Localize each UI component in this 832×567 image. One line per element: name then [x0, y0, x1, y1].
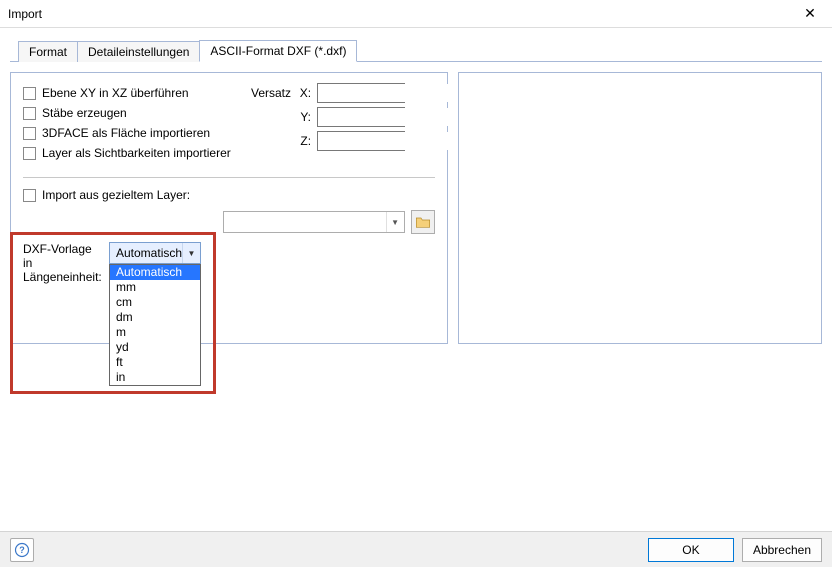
offset-x-spin[interactable]: ▲ ▼: [317, 83, 405, 103]
close-icon: ✕: [804, 5, 816, 22]
preview-panel: [458, 72, 822, 344]
tab-detaileinstellungen[interactable]: Detaileinstellungen: [77, 41, 200, 62]
label-staebe: Stäbe erzeugen: [42, 106, 127, 120]
footer-bar: ? OK Abbrechen: [0, 531, 832, 567]
checkbox-3dface[interactable]: [23, 127, 36, 140]
checkbox-import-layer[interactable]: [23, 189, 36, 202]
svg-text:?: ?: [19, 545, 25, 555]
unit-option-in[interactable]: in: [110, 370, 200, 385]
offset-z-spin[interactable]: ▲ ▼: [317, 131, 405, 151]
tab-format[interactable]: Format: [18, 41, 78, 62]
unit-option-m[interactable]: m: [110, 325, 200, 340]
offset-x-input[interactable]: [318, 84, 481, 102]
layer-combo[interactable]: ▼: [223, 211, 405, 233]
tab-bar: Format Detaileinstellungen ASCII-Format …: [10, 38, 822, 62]
label-import-layer: Import aus gezieltem Layer:: [42, 188, 190, 202]
offset-header: Versatz: [251, 86, 291, 100]
unit-combo[interactable]: Automatisch ▼ Automatisch mm cm dm m yd …: [109, 242, 201, 264]
checkbox-xy-xz[interactable]: [23, 87, 36, 100]
browse-button[interactable]: [411, 210, 435, 234]
unit-label: DXF-Vorlage in Längeneinheit:: [23, 242, 103, 284]
label-layer-vis: Layer als Sichtbarkeiten importierer: [42, 146, 231, 160]
label-3dface: 3DFACE als Fläche importieren: [42, 126, 210, 140]
folder-icon: [415, 215, 431, 229]
close-button[interactable]: ✕: [794, 2, 826, 26]
offset-y-input[interactable]: [318, 108, 481, 126]
checkbox-staebe[interactable]: [23, 107, 36, 120]
chevron-down-icon: ▼: [182, 243, 200, 263]
cancel-button[interactable]: Abbrechen: [742, 538, 822, 562]
chevron-down-icon: ▼: [386, 212, 404, 232]
window-title: Import: [8, 7, 42, 21]
unit-option-dm[interactable]: dm: [110, 310, 200, 325]
offset-z-label: Z:: [297, 134, 311, 148]
label-xy-xz: Ebene XY in XZ überführen: [42, 86, 189, 100]
offset-x-label: X:: [297, 86, 311, 100]
tab-ascii-dxf[interactable]: ASCII-Format DXF (*.dxf): [199, 40, 357, 62]
unit-option-yd[interactable]: yd: [110, 340, 200, 355]
offset-y-label: Y:: [297, 110, 311, 124]
offset-y-spin[interactable]: ▲ ▼: [317, 107, 405, 127]
ok-button[interactable]: OK: [648, 538, 734, 562]
divider: [23, 177, 435, 178]
help-button[interactable]: ?: [10, 538, 34, 562]
unit-dropdown: Automatisch mm cm dm m yd ft in: [109, 264, 201, 386]
options-panel: Ebene XY in XZ überführen Stäbe erzeugen…: [10, 72, 448, 344]
unit-option-automatisch[interactable]: Automatisch: [110, 265, 200, 280]
unit-option-cm[interactable]: cm: [110, 295, 200, 310]
unit-option-mm[interactable]: mm: [110, 280, 200, 295]
offset-z-input[interactable]: [318, 132, 481, 150]
unit-combo-value: Automatisch: [116, 246, 182, 260]
checkbox-layer-vis[interactable]: [23, 147, 36, 160]
question-icon: ?: [14, 542, 30, 558]
titlebar: Import ✕: [0, 0, 832, 28]
offsets-grid: Versatz X: ▲ ▼ Y: ▲: [251, 83, 405, 151]
unit-option-ft[interactable]: ft: [110, 355, 200, 370]
